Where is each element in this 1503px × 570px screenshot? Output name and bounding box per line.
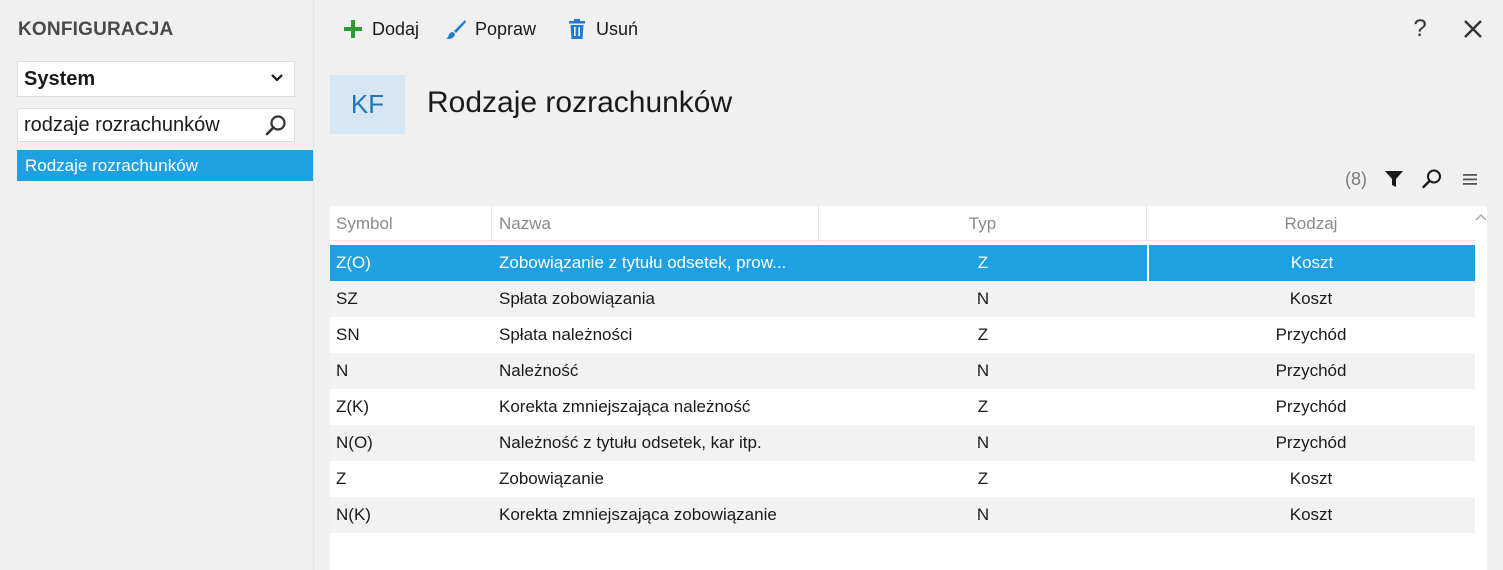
column-header-symbol[interactable]: Symbol bbox=[330, 206, 492, 241]
table-row[interactable]: N(K) Korekta zmniejszająca zobowiązanie … bbox=[330, 497, 1475, 533]
add-button[interactable]: Dodaj bbox=[342, 15, 419, 43]
cell-name: Korekta zmniejszająca zobowiązanie bbox=[499, 505, 777, 524]
scroll-up-icon[interactable] bbox=[1475, 212, 1487, 224]
help-button[interactable]: ? bbox=[1407, 16, 1433, 42]
cell-kind: Koszt bbox=[1289, 289, 1333, 308]
cell-name: Korekta zmniejszająca należność bbox=[499, 397, 751, 416]
cell-type: N bbox=[976, 505, 990, 524]
cell-symbol: Z(K) bbox=[336, 397, 370, 416]
table-row[interactable]: Z(K) Korekta zmniejszająca należność Z P… bbox=[330, 389, 1475, 425]
cell-name: Zobowiązanie z tytułu odsetek, prow... bbox=[499, 253, 787, 272]
cell-kind: Koszt bbox=[1147, 245, 1475, 281]
chevron-down-icon bbox=[271, 74, 283, 82]
filter-icon[interactable] bbox=[1383, 168, 1405, 190]
cell-symbol: N(K) bbox=[336, 505, 371, 524]
grid-header: Symbol Nazwa Typ Rodzaj bbox=[330, 206, 1475, 241]
cell-kind: Koszt bbox=[1289, 505, 1333, 524]
search-box bbox=[17, 108, 295, 142]
cell-name: Należność z tytułu odsetek, kar itp. bbox=[499, 433, 762, 452]
close-icon[interactable] bbox=[1460, 16, 1486, 42]
cell-kind: Przychód bbox=[1275, 433, 1347, 452]
cell-type: Z bbox=[977, 253, 989, 272]
table-row[interactable]: N Należność N Przychód bbox=[330, 353, 1475, 389]
cell-symbol: N(O) bbox=[336, 433, 373, 452]
menu-icon[interactable] bbox=[1459, 168, 1481, 190]
cell-type: N bbox=[976, 361, 990, 380]
cell-type: N bbox=[976, 289, 990, 308]
add-button-label: Dodaj bbox=[372, 18, 420, 39]
search-icon[interactable] bbox=[1421, 168, 1443, 190]
cell-symbol: Z(O) bbox=[336, 253, 371, 272]
edit-button[interactable]: Popraw bbox=[445, 15, 536, 43]
module-select-value: System bbox=[24, 67, 96, 90]
table-row[interactable]: SZ Spłata zobowiązania N Koszt bbox=[330, 281, 1475, 317]
cell-symbol: SN bbox=[336, 325, 360, 344]
cell-symbol: N bbox=[336, 361, 349, 380]
edit-button-label: Popraw bbox=[475, 18, 537, 39]
trash-icon bbox=[569, 19, 585, 39]
grid-rows: Z(O) Zobowiązanie z tytułu odsetek, prow… bbox=[330, 245, 1475, 533]
delete-button-label: Usuń bbox=[596, 18, 639, 39]
page-title: Rodzaje rozrachunków bbox=[427, 86, 733, 119]
cell-type: Z bbox=[977, 397, 989, 416]
cell-type: N bbox=[976, 433, 990, 452]
delete-button[interactable]: Usuń bbox=[566, 15, 638, 43]
column-header-kind[interactable]: Rodzaj bbox=[1147, 206, 1475, 241]
main-panel: KF Rodzaje rozrachunków (8) Symbol Nazwa… bbox=[314, 58, 1503, 570]
toolbar: Dodaj Popraw Usuń ? bbox=[314, 0, 1503, 58]
cell-name: Spłata zobowiązania bbox=[499, 289, 655, 308]
cell-type: Z bbox=[977, 325, 989, 344]
search-result-item[interactable]: Rodzaje rozrachunków bbox=[17, 150, 313, 181]
cell-kind: Koszt bbox=[1289, 469, 1333, 488]
record-count: (8) bbox=[1345, 168, 1367, 189]
cell-kind: Przychód bbox=[1275, 397, 1347, 416]
cell-name: Spłata należności bbox=[499, 325, 633, 344]
list-tools: (8) bbox=[1345, 166, 1481, 192]
cell-name: Zobowiązanie bbox=[499, 469, 604, 488]
column-header-name[interactable]: Nazwa bbox=[492, 206, 819, 241]
cell-kind: Przychód bbox=[1275, 361, 1347, 380]
table-row[interactable]: SN Spłata należności Z Przychód bbox=[330, 317, 1475, 353]
data-grid: Symbol Nazwa Typ Rodzaj Z(O) Zobowiązani… bbox=[330, 206, 1487, 570]
brush-icon bbox=[446, 20, 466, 39]
cell-symbol: Z bbox=[336, 469, 347, 488]
table-row[interactable]: Z(O) Zobowiązanie z tytułu odsetek, prow… bbox=[330, 245, 1475, 281]
cell-symbol: SZ bbox=[336, 289, 358, 308]
cell-type: Z bbox=[977, 469, 989, 488]
module-select[interactable]: System bbox=[17, 61, 295, 97]
search-input[interactable] bbox=[24, 113, 264, 137]
module-badge: KF bbox=[330, 75, 405, 134]
cell-kind: Przychód bbox=[1275, 325, 1347, 344]
sidebar: KONFIGURACJA System Rodzaje rozrachunków bbox=[0, 0, 314, 570]
search-icon[interactable] bbox=[264, 114, 288, 138]
plus-icon bbox=[344, 20, 362, 38]
sidebar-title: KONFIGURACJA bbox=[18, 19, 174, 40]
cell-name: Należność bbox=[499, 361, 579, 380]
column-header-type[interactable]: Typ bbox=[819, 206, 1147, 241]
table-row[interactable]: Z Zobowiązanie Z Koszt bbox=[330, 461, 1475, 497]
table-row[interactable]: N(O) Należność z tytułu odsetek, kar itp… bbox=[330, 425, 1475, 461]
